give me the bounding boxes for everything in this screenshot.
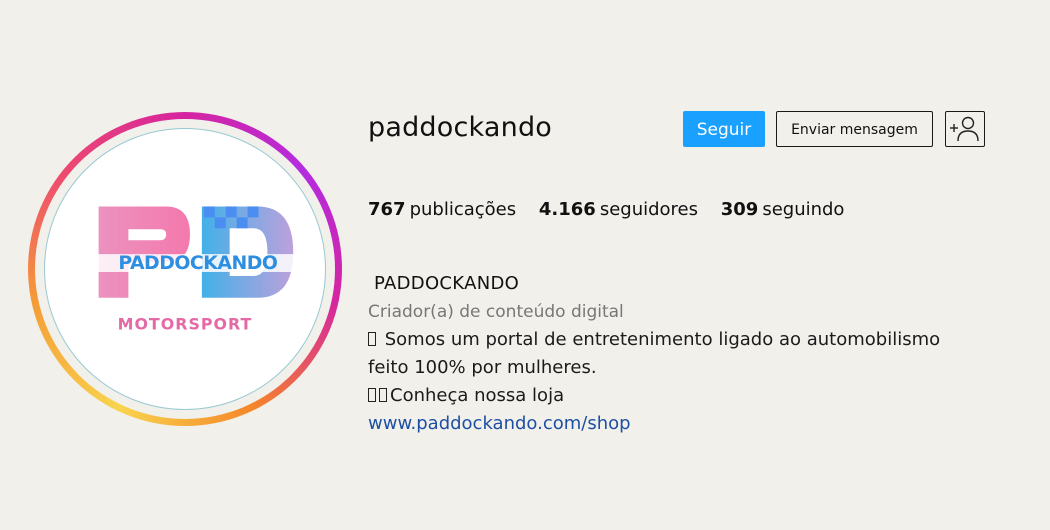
stat-posts: 767 publicações [368,197,516,223]
emoji-placeholder-icon [368,332,376,346]
stat-posts-label: publicações [409,199,517,220]
bio-shop-link[interactable]: www.paddockando.com/shop [368,413,631,434]
follow-button[interactable]: Seguir [683,111,765,147]
profile-stats: 767 publicações 4.166 seguidores 309 seguin… [368,197,861,223]
add-user-button[interactable] [945,111,985,147]
logo-svg: PADDOCKANDO MOTORSPORT [96,206,300,334]
bio-line-1: Somos um portal de entretenimento ligado… [368,326,1028,354]
bio-line-2: feito 100% por mulheres. [368,357,597,378]
bio-line-3-text: Conheça nossa loja [390,385,565,406]
paddockando-logo-icon: PADDOCKANDO MOTORSPORT [44,128,326,410]
bio-line-1-text: Somos um portal de entretenimento ligado… [384,329,941,350]
add-user-icon [950,116,979,142]
send-message-button[interactable]: Enviar mensagem [776,111,933,147]
emoji-placeholder-icon [379,388,387,402]
stat-following-label: seguindo [762,199,845,220]
bio-category: Criador(a) de conteúdo digital [368,302,624,322]
bio-name-text: PADDOCKANDO [374,273,520,294]
stat-following-value: 309 [720,199,759,220]
profile-avatar[interactable]: PADDOCKANDO MOTORSPORT [28,112,342,426]
profile-username: paddockando [368,112,553,143]
bio-line-3: Conheça nossa loja [368,382,1028,410]
logo-text: PADDOCKANDO [118,252,278,274]
stat-posts-value: 767 [368,199,406,220]
stat-followers-label: seguidores [599,199,698,220]
stat-followers-value: 4.166 [538,199,596,220]
logo-subtext: MOTORSPORT [118,315,253,334]
stat-followers[interactable]: 4.166 seguidores [539,197,698,223]
emoji-placeholder-icon [368,388,376,402]
profile-bio: PADDOCKANDO Criador(a) de conteúdo digit… [368,270,1028,438]
stat-following[interactable]: 309 seguindo [721,197,845,223]
bio-name: PADDOCKANDO [368,270,1028,298]
